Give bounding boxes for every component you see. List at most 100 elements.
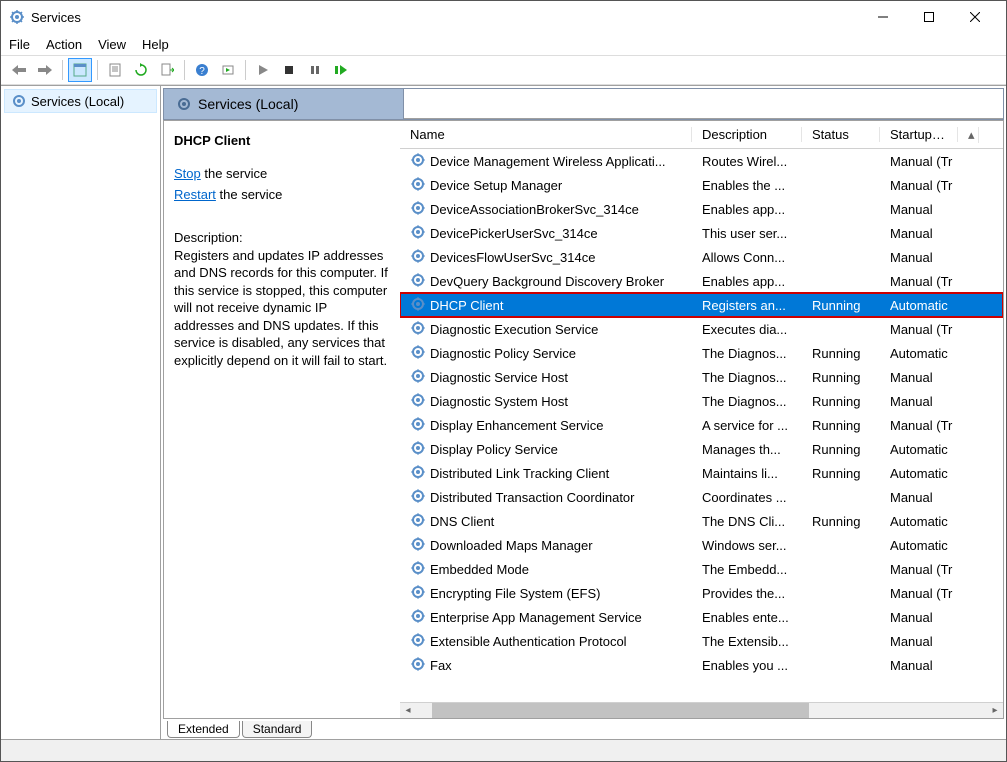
service-desc: The DNS Cli... [692,514,802,529]
refresh-button[interactable] [129,58,153,82]
service-desc: The Extensib... [692,634,802,649]
service-row[interactable]: DevQuery Background Discovery BrokerEnab… [400,269,1003,293]
console-tree[interactable]: Services (Local) [1,86,161,739]
gear-icon [410,416,426,435]
service-status: Running [802,466,880,481]
service-row[interactable]: Downloaded Maps ManagerWindows ser...Aut… [400,533,1003,557]
service-row[interactable]: DNS ClientThe DNS Cli...RunningAutomatic [400,509,1003,533]
pause-service-button[interactable] [303,58,327,82]
tree-node-label: Services (Local) [31,94,124,109]
service-desc: The Embedd... [692,562,802,577]
scrollbar-thumb[interactable] [432,703,809,718]
gear-icon [11,93,27,109]
service-row[interactable]: Embedded ModeThe Embedd...Manual (Tr [400,557,1003,581]
service-startup: Manual [880,202,958,217]
properties-button[interactable] [103,58,127,82]
service-name: Diagnostic Execution Service [430,322,598,337]
service-row[interactable]: Diagnostic Service HostThe Diagnos...Run… [400,365,1003,389]
service-row[interactable]: Display Policy ServiceManages th...Runni… [400,437,1003,461]
stop-service-button[interactable] [277,58,301,82]
service-row[interactable]: DHCP ClientRegisters an...RunningAutomat… [400,293,1003,317]
service-name: Extensible Authentication Protocol [430,634,627,649]
tab-extended[interactable]: Extended [167,721,240,738]
minimize-button[interactable] [860,1,906,33]
stop-link[interactable]: Stop [174,166,201,181]
menu-help[interactable]: Help [142,37,169,52]
service-row[interactable]: DevicesFlowUserSvc_314ceAllows Conn...Ma… [400,245,1003,269]
scroll-left-icon[interactable]: ◂ [400,703,416,719]
service-name: Diagnostic System Host [430,394,568,409]
action-button[interactable] [216,58,240,82]
maximize-button[interactable] [906,1,952,33]
gear-icon [410,656,426,675]
menu-action[interactable]: Action [46,37,82,52]
description-text: Registers and updates IP addresses and D… [174,247,390,370]
back-button[interactable] [7,58,31,82]
service-row[interactable]: Enterprise App Management ServiceEnables… [400,605,1003,629]
service-status: Running [802,298,880,313]
service-name: DNS Client [430,514,494,529]
service-desc: Maintains li... [692,466,802,481]
menu-file[interactable]: File [9,37,30,52]
service-startup: Manual (Tr [880,154,958,169]
status-bar [1,739,1006,761]
gear-icon [410,440,426,459]
close-button[interactable] [952,1,998,33]
column-status[interactable]: Status [802,127,880,142]
column-headers: Name Description Status Startup Typ ▴ [400,121,1003,149]
gear-icon [410,320,426,339]
gear-icon [410,152,426,171]
service-row[interactable]: Extensible Authentication Protocol The Ex… [400,629,1003,653]
show-hide-tree-button[interactable] [68,58,92,82]
service-startup: Automatic [880,466,958,481]
service-row[interactable]: Device Management Wireless Applicati...R… [400,149,1003,173]
svg-text:?: ? [199,66,205,77]
scroll-right-icon[interactable]: ▸ [987,703,1003,719]
export-button[interactable] [155,58,179,82]
description-label: Description: [174,230,390,245]
service-name: DevicesFlowUserSvc_314ce [430,250,595,265]
help-button[interactable]: ? [190,58,214,82]
service-row[interactable]: Distributed Transaction CoordinatorCoord… [400,485,1003,509]
title-bar[interactable]: Services [1,1,1006,33]
service-list: Name Description Status Startup Typ ▴ De… [400,121,1003,718]
forward-button[interactable] [33,58,57,82]
menu-view[interactable]: View [98,37,126,52]
gear-icon [410,488,426,507]
gear-icon [410,368,426,387]
service-startup: Manual [880,250,958,265]
toolbar: ? [1,55,1006,85]
service-startup: Manual [880,610,958,625]
service-row[interactable]: Diagnostic Execution ServiceExecutes dia… [400,317,1003,341]
service-desc: Coordinates ... [692,490,802,505]
gear-icon [410,344,426,363]
service-startup: Manual [880,658,958,673]
column-description[interactable]: Description [692,127,802,142]
restart-service-button[interactable] [329,58,353,82]
tree-node-services-local[interactable]: Services (Local) [4,89,157,113]
start-service-button[interactable] [251,58,275,82]
service-row[interactable]: Diagnostic Policy ServiceThe Diagnos...R… [400,341,1003,365]
restart-link[interactable]: Restart [174,187,216,202]
service-row[interactable]: Device Setup ManagerEnables the ...Manua… [400,173,1003,197]
service-startup: Manual (Tr [880,274,958,289]
service-row[interactable]: Display Enhancement ServiceA service for… [400,413,1003,437]
service-startup: Manual (Tr [880,322,958,337]
service-desc: Routes Wirel... [692,154,802,169]
service-startup: Automatic [880,514,958,529]
service-row[interactable]: DeviceAssociationBrokerSvc_314ceEnables … [400,197,1003,221]
window-title: Services [31,10,860,25]
service-startup: Manual [880,370,958,385]
service-row[interactable]: DevicePickerUserSvc_314ceThis user ser..… [400,221,1003,245]
scroll-up-icon[interactable]: ▴ [958,127,979,143]
service-row[interactable]: FaxEnables you ...Manual [400,653,1003,677]
column-startup[interactable]: Startup Typ [880,127,958,142]
column-name[interactable]: Name [400,127,692,142]
details-area: Services (Local) DHCP Client Stop the se… [161,86,1006,739]
horizontal-scrollbar[interactable]: ◂ ▸ [400,702,1003,718]
service-row[interactable]: Distributed Link Tracking ClientMaintain… [400,461,1003,485]
service-row[interactable]: Diagnostic System HostThe Diagnos...Runn… [400,389,1003,413]
tab-standard[interactable]: Standard [242,721,313,738]
service-row[interactable]: Encrypting File System (EFS)Provides the… [400,581,1003,605]
service-status: Running [802,370,880,385]
